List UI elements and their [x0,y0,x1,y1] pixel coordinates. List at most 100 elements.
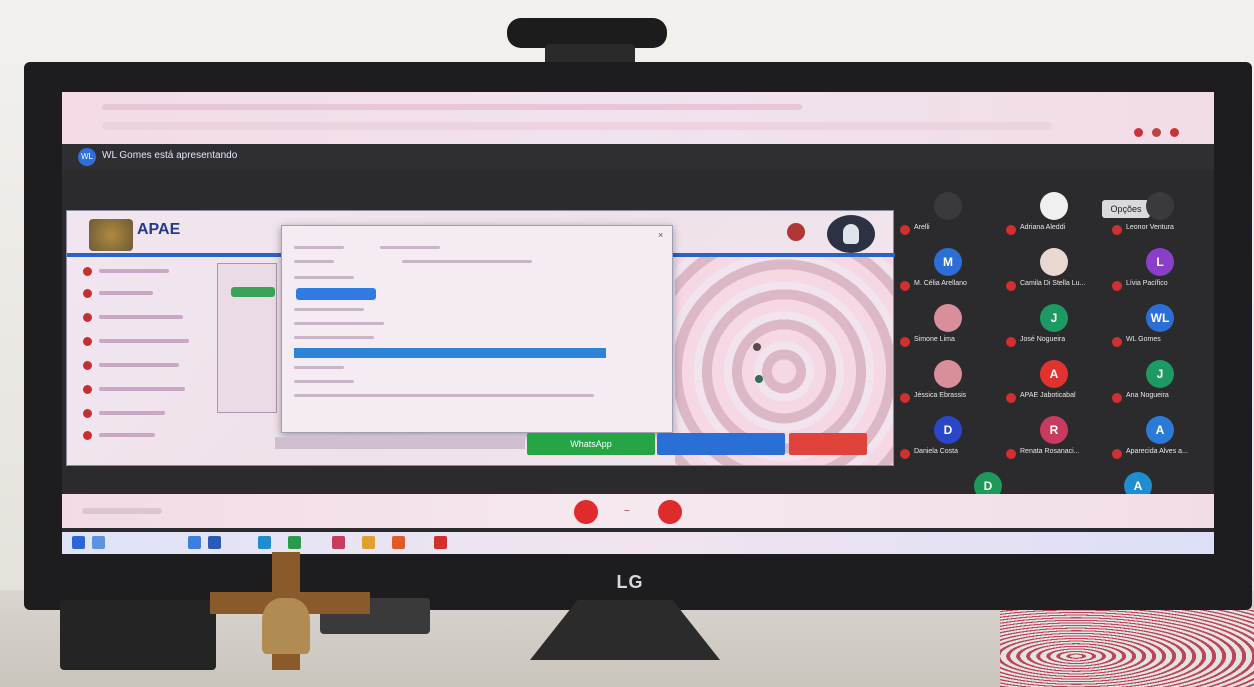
chrome-icon[interactable] [362,536,375,549]
whatsapp-share-button[interactable]: WhatsApp [527,433,655,455]
muted-mic-icon [900,393,910,403]
participant-tile[interactable]: Camila Di Stella Lu... [1002,240,1106,296]
call-controls-bar: ~ [62,494,1214,528]
participant-tile[interactable]: M M. Célia Arellano [896,240,1000,296]
taskbar-app-icon[interactable] [434,536,447,549]
muted-mic-icon [1112,393,1122,403]
taskbar-app-icon[interactable] [258,536,271,549]
participant-name: Arelli [914,224,930,231]
sidebar-bullet-icon [83,409,92,418]
taskbar-app-icon[interactable] [188,536,201,549]
taskbar-app-icon[interactable] [392,536,405,549]
participant-tile[interactable]: J José Nogueira [1002,296,1106,352]
sidebar-item[interactable] [99,411,165,415]
meeting-info[interactable] [82,508,162,514]
sidebar-bullet-icon [83,385,92,394]
participant-avatar: L [1146,248,1174,276]
selected-row[interactable] [294,348,606,358]
taskbar-app-icon[interactable] [208,536,221,549]
user-avatar-icon[interactable] [827,215,875,253]
participant-tile[interactable]: Simone Lima [896,296,1000,352]
separator-icon: ~ [624,506,630,517]
sidebar-bullet-icon [83,267,92,276]
form-label [294,366,344,369]
participant-name: José Nogueira [1020,336,1066,343]
form-label [294,246,344,249]
wechat-share-button[interactable] [657,433,785,455]
sidebar-item[interactable] [99,269,169,273]
sidebar-item[interactable] [99,291,153,295]
participant-avatar [1040,192,1068,220]
camera-icon[interactable] [658,500,682,524]
participant-name: Camila Di Stella Lu... [1020,280,1086,287]
map-marker-icon[interactable] [755,375,763,383]
sidebar-bullet-icon [83,289,92,298]
participant-tile[interactable]: J Ana Nogueira [1108,352,1212,408]
red-share-button[interactable] [789,433,867,455]
sidebar-item[interactable] [99,387,185,391]
taskbar-app-icon[interactable] [288,536,301,549]
app-title: APAE [137,221,181,238]
participant-avatar [934,304,962,332]
dialog-action-button[interactable] [296,288,376,300]
form-value [380,246,440,249]
muted-mic-icon [1006,225,1016,235]
windows-taskbar [62,532,1214,554]
participant-tile[interactable]: Leonor Ventura [1108,184,1212,240]
participant-name: Aparecida Alves a... [1126,448,1188,455]
browser-maximize-icon[interactable] [1152,128,1161,137]
modal-dialog: × [281,225,673,433]
notification-icon[interactable] [787,223,805,241]
taskbar-app-icon[interactable] [92,536,105,549]
green-tag[interactable] [231,287,275,297]
browser-close-icon[interactable] [1170,128,1179,137]
participant-name: Ana Nogueira [1126,392,1169,399]
sidebar-bullet-icon [83,361,92,370]
participant-avatar [1146,192,1174,220]
monitor-screen: WL WL Gomes está apresentando Opções APA… [62,92,1214,554]
apae-logo [89,219,133,251]
sidebar-bullet-icon [83,431,92,440]
muted-mic-icon [900,337,910,347]
participant-tile[interactable]: A Aparecida Alves a... [1108,408,1212,464]
participant-name: M. Célia Arellano [914,280,967,287]
browser-tab-strip[interactable] [102,104,802,110]
sidebar-item[interactable] [99,315,183,319]
participant-tile[interactable]: A APAE Jaboticabal [1002,352,1106,408]
form-label [294,336,374,339]
form-label [294,276,354,279]
participant-name: Renata Rosanaci... [1020,448,1080,455]
close-icon[interactable]: × [658,230,663,240]
presenter-avatar: WL [78,148,96,166]
participant-avatar: J [1040,304,1068,332]
muted-mic-icon [1112,449,1122,459]
participant-avatar: D [934,416,962,444]
participant-tile[interactable]: Arelli [896,184,1000,240]
muted-mic-icon [900,449,910,459]
participant-name: Simone Lima [914,336,955,343]
form-value [402,260,532,263]
address-bar[interactable] [102,122,1052,130]
participant-tile[interactable]: Adriana Aleddi [1002,184,1106,240]
start-icon[interactable] [72,536,85,549]
mic-icon[interactable] [574,500,598,524]
form-field[interactable] [294,322,384,325]
muted-mic-icon [1006,281,1016,291]
participant-name: Lívia Pacífico [1126,280,1168,287]
map-marker-icon[interactable] [753,343,761,351]
sidebar-item[interactable] [99,433,155,437]
participant-tile[interactable]: D Daniela Costa [896,408,1000,464]
participant-avatar: J [1146,360,1174,388]
participant-tile[interactable]: Jéssica Ebrassis [896,352,1000,408]
taskbar-app-icon[interactable] [332,536,345,549]
participant-tile[interactable]: R Renata Rosanaci... [1002,408,1106,464]
participant-tile[interactable]: WL WL Gomes [1108,296,1212,352]
content-panel [217,263,277,413]
participant-avatar: M [934,248,962,276]
sidebar-item[interactable] [99,363,179,367]
participant-tile[interactable]: L Lívia Pacífico [1108,240,1212,296]
muted-mic-icon [1006,393,1016,403]
sidebar-item[interactable] [99,339,189,343]
browser-minimize-icon[interactable] [1134,128,1143,137]
link-field[interactable] [275,437,525,449]
